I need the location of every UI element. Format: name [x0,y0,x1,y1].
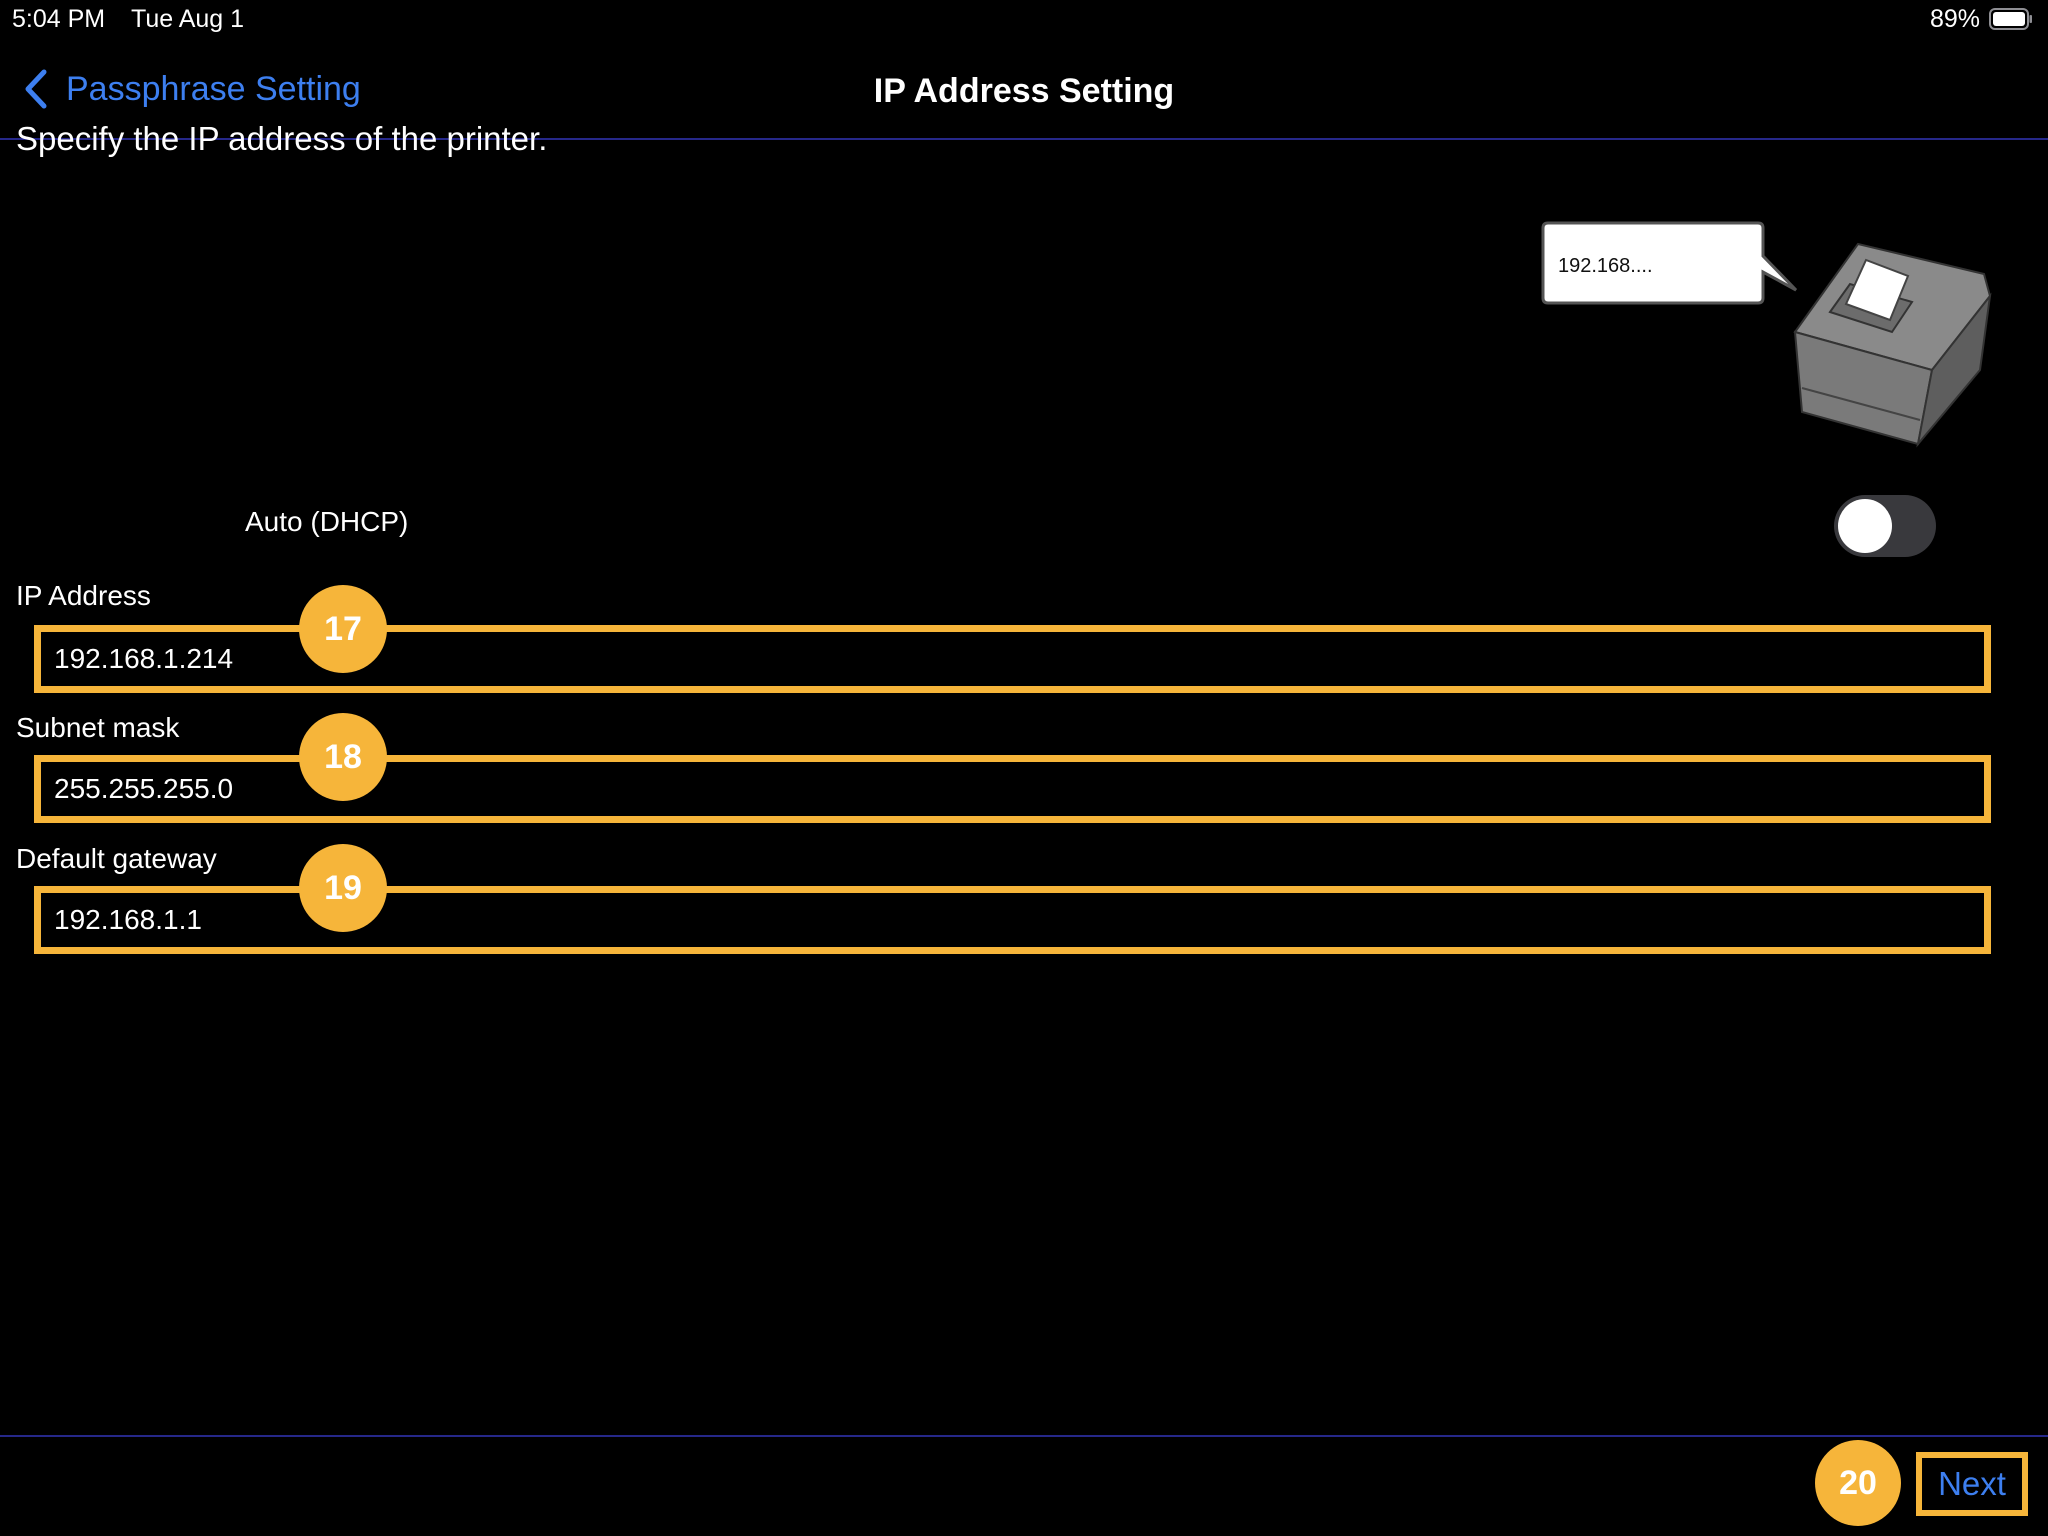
step-badge-18: 18 [299,713,387,801]
page-title: IP Address Setting [873,72,1175,110]
subnet-mask-label: Subnet mask [16,712,180,743]
toolbar-divider [0,1435,2048,1437]
battery-percent: 89% [1929,5,1980,33]
step-badge-17: 17 [299,585,387,673]
step-badge-20: 20 [1815,1440,1901,1526]
status-time: 5:04 PM [12,5,106,33]
speech-bubble-text: 192.168.... [1558,255,1653,277]
status-bar: 5:04 PM Tue Aug 1 89% [0,0,2048,40]
dhcp-toggle[interactable] [1834,495,1936,557]
step-badge-19: 19 [299,844,387,932]
dhcp-label: Auto (DHCP) [245,506,409,537]
toggle-knob [1838,499,1892,553]
battery-icon [1989,8,2032,30]
status-date: Tue Aug 1 [131,5,245,33]
speech-bubble: 192.168.... [1541,221,1798,305]
ip-address-label: IP Address [16,580,151,611]
default-gateway-label: Default gateway [16,843,217,874]
printer-icon [1793,242,1992,448]
printer-illustration: 192.168.... [1541,221,1992,448]
instruction-text: Specify the IP address of the printer. [16,120,548,157]
next-button[interactable]: Next [1916,1452,2028,1516]
